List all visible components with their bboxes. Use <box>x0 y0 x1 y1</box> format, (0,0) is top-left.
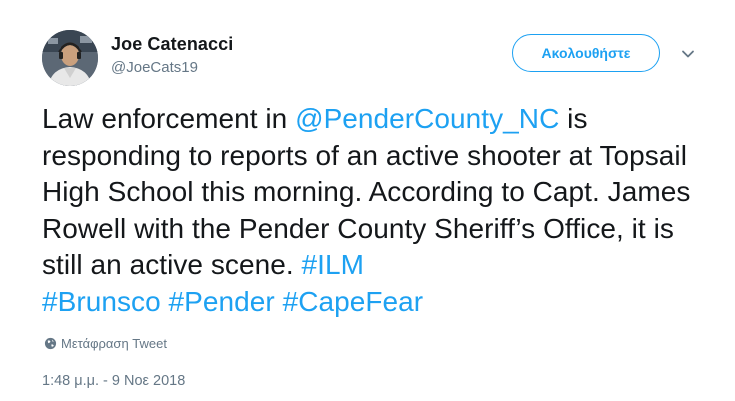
hashtag-link-capefear[interactable]: #CapeFear <box>283 286 424 317</box>
hashtag-link-ilm[interactable]: #ILM <box>302 249 364 280</box>
tweet-text: Law enforcement in @PenderCounty_NC is r… <box>42 101 712 320</box>
globe-icon <box>44 337 57 350</box>
tweet-card: Joe Catenacci @JoeCats19 Ακολουθήστε Law… <box>0 0 735 401</box>
tweet-text-space <box>161 286 169 317</box>
tweet-text-space <box>275 286 283 317</box>
chevron-down-icon[interactable] <box>680 46 696 62</box>
translate-tweet-link[interactable]: Μετάφραση Tweet <box>44 336 167 351</box>
translate-tweet-label: Μετάφραση Tweet <box>61 336 167 351</box>
avatar[interactable] <box>42 30 98 86</box>
mention-link[interactable]: @PenderCounty_NC <box>295 103 559 134</box>
hashtag-link-pender[interactable]: #Pender <box>169 286 275 317</box>
follow-button[interactable]: Ακολουθήστε <box>512 34 660 72</box>
hashtag-link-brunsco[interactable]: #Brunsco <box>42 286 161 317</box>
author-handle[interactable]: @JoeCats19 <box>111 59 198 76</box>
tweet-timestamp[interactable]: 1:48 μ.μ. - 9 Νοε 2018 <box>42 373 185 389</box>
author-name[interactable]: Joe Catenacci <box>111 34 233 55</box>
tweet-text-segment: Law enforcement in <box>42 103 296 134</box>
